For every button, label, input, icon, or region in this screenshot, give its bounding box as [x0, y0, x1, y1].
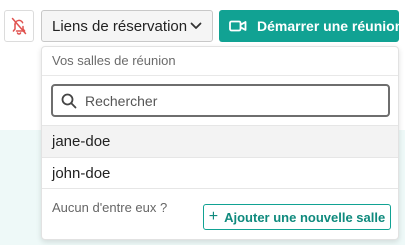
rooms-heading: Vos salles de réunion [52, 53, 176, 68]
meeting-rooms-dropdown: Vos salles de réunion jane-doe john-doe … [41, 46, 399, 240]
start-meeting-label: Démarrer une réunion [257, 18, 404, 34]
plus-icon: + [208, 208, 219, 225]
room-name: john-doe [52, 164, 111, 182]
room-item-john-doe[interactable]: john-doe [42, 157, 398, 189]
room-name: jane-doe [52, 133, 111, 150]
room-list: jane-doe john-doe [42, 125, 398, 189]
search-icon [61, 93, 85, 109]
search-box[interactable] [51, 84, 390, 117]
bell-slash-icon [11, 17, 27, 35]
search-input[interactable] [85, 92, 355, 109]
booking-links-dropdown[interactable]: Liens de réservation [41, 10, 213, 42]
start-meeting-button[interactable]: Démarrer une réunion [219, 10, 403, 42]
room-item-jane-doe[interactable]: jane-doe [42, 125, 398, 157]
chevron-down-icon [190, 22, 202, 30]
no-match-prompt: Aucun d'entre eux ? [52, 200, 168, 215]
booking-links-label: Liens de réservation [52, 17, 188, 35]
video-camera-icon [229, 20, 257, 32]
mute-notifications-button[interactable] [4, 10, 34, 42]
divider [42, 75, 398, 76]
add-room-label: Ajouter une nouvelle salle [224, 209, 386, 225]
add-room-button[interactable]: + Ajouter une nouvelle salle [203, 204, 391, 230]
